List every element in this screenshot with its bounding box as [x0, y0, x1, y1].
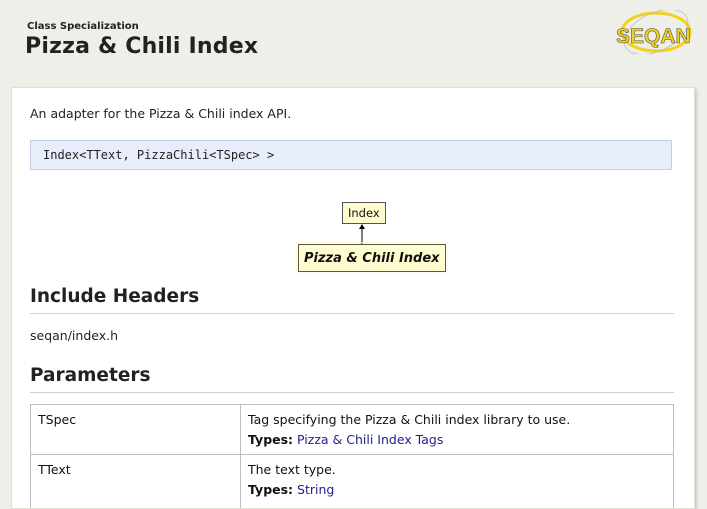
param-name: TSpec	[31, 405, 241, 455]
param-description-cell: The text type. Types: String	[241, 455, 674, 509]
types-label: Types:	[248, 432, 293, 447]
param-description: The text type.	[248, 462, 666, 477]
seqan-logo[interactable]: SEQAN	[612, 10, 692, 54]
page-title: Pizza & Chili Index	[25, 34, 258, 59]
types-link[interactable]: Pizza & Chili Index Tags	[297, 432, 443, 447]
param-description: Tag specifying the Pizza & Chili index l…	[248, 412, 666, 427]
main-content: An adapter for the Pizza & Chili index A…	[11, 87, 695, 509]
param-description-cell: Tag specifying the Pizza & Chili index l…	[241, 405, 674, 455]
diagram-node-index[interactable]: Index	[342, 202, 386, 224]
include-headers-heading: Include Headers	[30, 286, 674, 314]
page-kind: Class Specialization	[27, 21, 139, 32]
types-label: Types:	[248, 482, 293, 497]
include-file: seqan/index.h	[30, 328, 118, 343]
diagram-node-self: Pizza & Chili Index	[298, 244, 446, 272]
param-name: TText	[31, 455, 241, 509]
parameters-heading: Parameters	[30, 365, 674, 393]
parameters-table: TSpec Tag specifying the Pizza & Chili i…	[30, 404, 674, 509]
table-row: TText The text type. Types: String	[31, 455, 674, 509]
page-header: Class Specialization Pizza & Chili Index…	[0, 0, 707, 86]
svg-text:SEQAN: SEQAN	[616, 25, 691, 48]
types-link[interactable]: String	[297, 482, 334, 497]
table-row: TSpec Tag specifying the Pizza & Chili i…	[31, 405, 674, 455]
